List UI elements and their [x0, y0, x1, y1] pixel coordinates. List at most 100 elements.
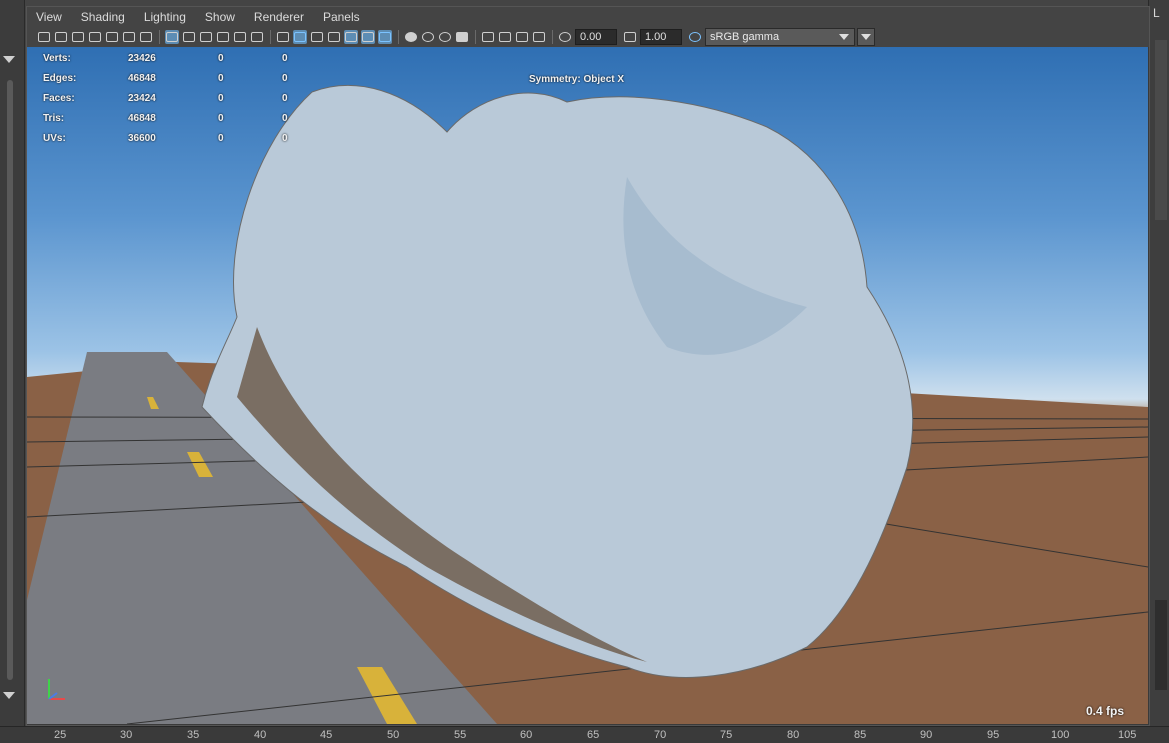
bookmark-flag-icon[interactable] — [88, 30, 102, 44]
hud-components: 0 — [282, 53, 288, 64]
time-slider[interactable]: 25 30 35 40 45 50 55 60 65 70 75 80 85 9… — [0, 726, 1169, 743]
hud-selected: 0 — [218, 93, 224, 104]
xray-joints-icon[interactable] — [532, 30, 546, 44]
timeline-tick: 75 — [720, 729, 733, 741]
right-panel-upper[interactable] — [1155, 40, 1167, 220]
timeline-tick: 25 — [54, 729, 67, 741]
toolbar-separator — [398, 30, 399, 44]
gamma-field[interactable]: 1.00 — [640, 29, 682, 45]
color-management-icon[interactable] — [688, 30, 702, 44]
hud-label: Verts: — [43, 53, 71, 64]
grease-pencil-icon[interactable] — [139, 30, 153, 44]
hud-value: 23426 — [128, 53, 156, 64]
hud-selected: 0 — [218, 133, 224, 144]
viewport-scene — [27, 85, 1148, 724]
depth-of-field-icon[interactable] — [455, 30, 469, 44]
hud-value: 46848 — [128, 73, 156, 84]
toolbar-separator — [552, 30, 553, 44]
timeline-tick: 50 — [387, 729, 400, 741]
toolbar-separator — [475, 30, 476, 44]
image-plane-icon[interactable] — [105, 30, 119, 44]
right-panel-lower[interactable] — [1155, 600, 1167, 690]
hud-value: 36600 — [128, 133, 156, 144]
fps-readout: 0.4 fps — [1085, 704, 1124, 718]
menu-show[interactable]: Show — [195, 7, 244, 27]
hud-row-tris: Tris: 46848 0 0 — [43, 113, 343, 127]
two-d-pan-zoom-icon[interactable] — [122, 30, 136, 44]
timeline-tick: 70 — [654, 729, 667, 741]
exposure-icon[interactable] — [558, 30, 572, 44]
chevron-down-icon — [839, 34, 849, 40]
hud-label: Faces: — [43, 93, 75, 104]
hud-row-edges: Edges: 46848 0 0 — [43, 73, 343, 87]
hud-label: UVs: — [43, 133, 66, 144]
timeline-tick: 85 — [854, 729, 867, 741]
anti-aliasing-icon[interactable] — [438, 30, 452, 44]
timeline-tick: 65 — [587, 729, 600, 741]
camera-attributes-icon[interactable] — [54, 30, 68, 44]
scroll-down-arrow-bottom[interactable] — [3, 692, 15, 699]
menu-view[interactable]: View — [27, 7, 71, 27]
use-default-material-icon[interactable] — [310, 30, 324, 44]
hud-components: 0 — [282, 133, 288, 144]
scroll-down-arrow-top[interactable] — [3, 56, 15, 63]
use-all-lights-icon[interactable] — [361, 30, 375, 44]
field-chart-icon[interactable] — [233, 30, 247, 44]
screen-space-ao-icon[interactable] — [404, 30, 418, 44]
color-space-dropdown[interactable]: sRGB gamma — [705, 28, 855, 46]
motion-blur-icon[interactable] — [421, 30, 435, 44]
panel-menubar: View Shading Lighting Show Renderer Pane… — [27, 7, 1149, 27]
safe-action-icon[interactable] — [250, 30, 264, 44]
timeline-tick: 35 — [187, 729, 200, 741]
timeline-tick: 95 — [987, 729, 1000, 741]
xray-icon[interactable] — [498, 30, 512, 44]
hud-row-verts: Verts: 23426 0 0 — [43, 53, 343, 67]
hud-selected: 0 — [218, 113, 224, 124]
menu-renderer[interactable]: Renderer — [244, 7, 313, 27]
xray-active-components-icon[interactable] — [515, 30, 529, 44]
gamma-icon[interactable] — [623, 30, 637, 44]
textured-icon[interactable] — [344, 30, 358, 44]
hud-row-uvs: UVs: 36600 0 0 — [43, 133, 343, 147]
hud-value: 46848 — [128, 113, 156, 124]
left-sidebar-strip — [0, 0, 25, 742]
hud-components: 0 — [282, 73, 288, 84]
right-panel-label: L — [1153, 6, 1160, 20]
grid-icon[interactable] — [165, 30, 179, 44]
wireframe-icon[interactable] — [276, 30, 290, 44]
hud-value: 23424 — [128, 93, 156, 104]
panel-toolbar: 0.00 1.00 sRGB gamma — [27, 27, 1149, 47]
hud-label: Tris: — [43, 113, 65, 124]
left-scrollbar[interactable] — [7, 80, 13, 680]
menu-shading[interactable]: Shading — [71, 7, 134, 27]
hud-components: 0 — [282, 93, 288, 104]
hud-selected: 0 — [218, 73, 224, 84]
toolbar-separator — [159, 30, 160, 44]
symmetry-indicator: Symmetry: Object X — [529, 74, 625, 85]
toolbar-separator — [270, 30, 271, 44]
menu-panels[interactable]: Panels — [313, 7, 369, 27]
menu-lighting[interactable]: Lighting — [134, 7, 195, 27]
exposure-field[interactable]: 0.00 — [575, 29, 617, 45]
gate-mask-icon[interactable] — [216, 30, 230, 44]
resolution-gate-icon[interactable] — [199, 30, 213, 44]
hud-label: Edges: — [43, 73, 77, 84]
3d-viewport[interactable]: Verts: 23426 0 0 Edges: 46848 0 0 Faces:… — [27, 47, 1148, 724]
timeline-tick: 55 — [454, 729, 467, 741]
bookmarks-icon[interactable] — [71, 30, 85, 44]
select-camera-icon[interactable] — [37, 30, 51, 44]
smooth-shade-all-icon[interactable] — [293, 30, 307, 44]
chevron-down-icon — [861, 34, 871, 40]
timeline-tick: 40 — [254, 729, 267, 741]
shadows-icon[interactable] — [378, 30, 392, 44]
isolate-select-icon[interactable] — [481, 30, 495, 44]
timeline-tick: 100 — [1051, 729, 1070, 741]
hud-components: 0 — [282, 113, 288, 124]
hud-row-faces: Faces: 23424 0 0 — [43, 93, 343, 107]
viewport-panel: View Shading Lighting Show Renderer Pane… — [26, 6, 1150, 726]
hud-selected: 0 — [218, 53, 224, 64]
film-gate-icon[interactable] — [182, 30, 196, 44]
wireframe-on-shaded-icon[interactable] — [327, 30, 341, 44]
timeline-tick: 30 — [120, 729, 133, 741]
view-transform-menu-button[interactable] — [857, 28, 875, 46]
